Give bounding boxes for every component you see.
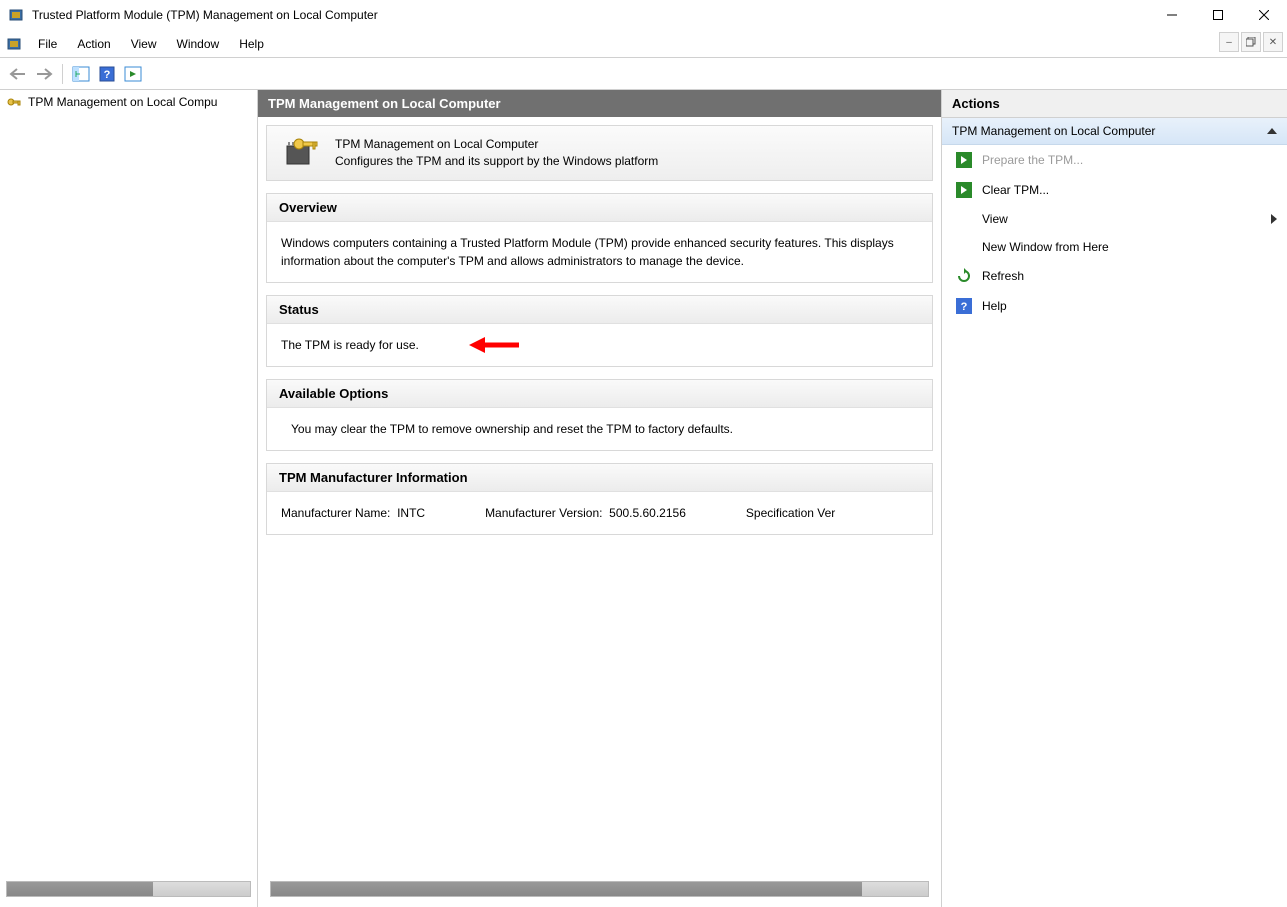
app-icon [8, 7, 24, 23]
arrow-right-green-icon [956, 152, 972, 168]
banner-text: TPM Management on Local Computer Configu… [335, 136, 658, 170]
mfg-version-value: 500.5.60.2156 [609, 506, 686, 520]
nav-item-label: TPM Management on Local Compu [28, 95, 217, 109]
toolbar-separator [62, 64, 63, 84]
arrow-right-green-icon [956, 182, 972, 198]
status-header: Status [267, 296, 932, 324]
available-options-section: Available Options You may clear the TPM … [266, 379, 933, 451]
options-header: Available Options [267, 380, 932, 408]
status-text: The TPM is ready for use. [281, 336, 419, 354]
action-help-label: Help [982, 299, 1007, 313]
content-header: TPM Management on Local Computer [258, 90, 941, 117]
mmc-icon [6, 36, 22, 52]
banner-subtitle: Configures the TPM and its support by th… [335, 153, 658, 170]
toolbar-action-button[interactable] [121, 62, 145, 86]
mdi-minimize-button[interactable]: – [1219, 32, 1239, 52]
collapse-icon [1267, 128, 1277, 134]
status-body-row: The TPM is ready for use. [267, 324, 932, 366]
tpm-chip-key-icon [281, 136, 321, 168]
action-view-label: View [982, 212, 1008, 226]
overview-body: Windows computers containing a Trusted P… [267, 222, 932, 282]
menu-view[interactable]: View [121, 33, 167, 55]
nav-horizontal-scrollbar[interactable] [6, 881, 251, 897]
spec-label: Specification Ver [746, 506, 835, 520]
menu-help[interactable]: Help [229, 33, 274, 55]
mfg-version-label: Manufacturer Version: [485, 506, 602, 520]
overview-section: Overview Windows computers containing a … [266, 193, 933, 283]
navigation-pane: TPM Management on Local Compu [0, 90, 258, 907]
tpm-key-icon [6, 94, 22, 110]
manufacturer-name: Manufacturer Name: INTC [281, 506, 425, 520]
banner-title: TPM Management on Local Computer [335, 136, 658, 153]
actions-group-title: TPM Management on Local Computer [952, 124, 1155, 138]
overview-header: Overview [267, 194, 932, 222]
show-hide-tree-button[interactable] [69, 62, 93, 86]
action-clear-tpm[interactable]: Clear TPM... [942, 175, 1287, 205]
help-button[interactable]: ? [95, 62, 119, 86]
forward-button[interactable] [32, 62, 56, 86]
red-annotation-arrow-icon [469, 336, 519, 354]
help-icon: ? [956, 298, 972, 314]
action-clear-label: Clear TPM... [982, 183, 1049, 197]
content-body: TPM Management on Local Computer Configu… [258, 117, 941, 907]
manufacturer-row: Manufacturer Name: INTC Manufacturer Ver… [267, 492, 932, 534]
action-prepare-label: Prepare the TPM... [982, 153, 1083, 167]
action-refresh-label: Refresh [982, 269, 1024, 283]
submenu-arrow-icon [1271, 214, 1277, 224]
menu-action[interactable]: Action [67, 33, 120, 55]
mfg-name-label: Manufacturer Name: [281, 506, 390, 520]
menu-window[interactable]: Window [167, 33, 230, 55]
window-title: Trusted Platform Module (TPM) Management… [32, 8, 1149, 22]
svg-text:?: ? [104, 69, 111, 81]
mdi-close-button[interactable]: ✕ [1263, 32, 1283, 52]
svg-text:?: ? [961, 301, 968, 313]
status-section: Status The TPM is ready for use. [266, 295, 933, 367]
actions-pane: Actions TPM Management on Local Computer… [942, 90, 1287, 907]
minimize-button[interactable] [1149, 0, 1195, 30]
toolbar: ? [0, 58, 1287, 90]
action-prepare-tpm[interactable]: Prepare the TPM... [942, 145, 1287, 175]
manufacturer-header: TPM Manufacturer Information [267, 464, 932, 492]
action-help[interactable]: ? Help [942, 291, 1287, 321]
content-pane: TPM Management on Local Computer TPM Man… [258, 90, 942, 907]
menu-bar: File Action View Window Help – ✕ [0, 30, 1287, 58]
options-body: You may clear the TPM to remove ownershi… [267, 408, 932, 450]
action-refresh[interactable]: Refresh [942, 261, 1287, 291]
manufacturer-section: TPM Manufacturer Information Manufacture… [266, 463, 933, 535]
nav-scrollbar-thumb[interactable] [7, 882, 153, 896]
main-layout: TPM Management on Local Compu TPM Manage… [0, 90, 1287, 907]
content-horizontal-scrollbar[interactable] [270, 881, 929, 897]
action-new-window[interactable]: New Window from Here [942, 233, 1287, 261]
title-bar: Trusted Platform Module (TPM) Management… [0, 0, 1287, 30]
content-scrollbar-thumb[interactable] [271, 882, 862, 896]
action-new-window-label: New Window from Here [982, 240, 1109, 254]
back-button[interactable] [6, 62, 30, 86]
menu-file[interactable]: File [28, 33, 67, 55]
mfg-name-value: INTC [397, 506, 425, 520]
manufacturer-version: Manufacturer Version: 500.5.60.2156 [485, 506, 686, 520]
maximize-button[interactable] [1195, 0, 1241, 30]
action-view[interactable]: View [942, 205, 1287, 233]
refresh-icon [956, 268, 972, 284]
window-controls [1149, 0, 1287, 30]
close-button[interactable] [1241, 0, 1287, 30]
mdi-window-controls: – ✕ [1219, 32, 1283, 52]
nav-tpm-management[interactable]: TPM Management on Local Compu [0, 90, 257, 114]
mdi-restore-button[interactable] [1241, 32, 1261, 52]
actions-pane-header: Actions [942, 90, 1287, 118]
specification-version: Specification Ver [746, 506, 835, 520]
info-banner: TPM Management on Local Computer Configu… [266, 125, 933, 181]
actions-group-header[interactable]: TPM Management on Local Computer [942, 118, 1287, 145]
